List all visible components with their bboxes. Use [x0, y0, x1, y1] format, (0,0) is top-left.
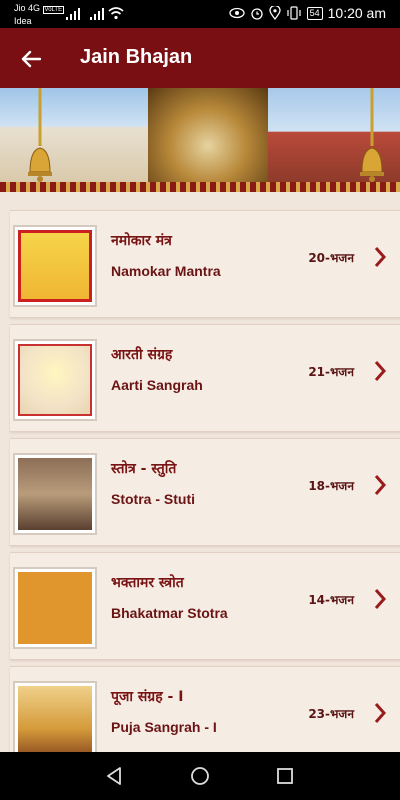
category-thumbnail [13, 567, 97, 649]
temple-photo-left [0, 88, 148, 184]
eye-icon [228, 7, 245, 19]
wifi-icon [108, 7, 124, 20]
chevron-right-icon [374, 703, 387, 723]
bhajan-category-list: नमोकार मंत्र Namokar Mantra 20-भजन आरती … [0, 192, 400, 752]
status-right: 54 10:20 am [228, 5, 386, 21]
item-title-hindi: पूजा संग्रह - I [111, 689, 184, 705]
item-title-english: Bhakatmar Stotra [111, 605, 228, 621]
category-thumbnail [13, 339, 97, 421]
item-title-hindi: आरती संग्रह [111, 347, 173, 363]
bhajan-count: 20-भजन [308, 251, 354, 265]
list-item-aarti-sangrah[interactable]: आरती संग्रह Aarti Sangrah 21-भजन [10, 324, 400, 432]
app-bar: Jain Bhajan [0, 28, 400, 88]
chevron-right-icon [374, 475, 387, 495]
clock: 10:20 am [327, 5, 386, 21]
location-icon [268, 6, 281, 20]
bhajan-count: 21-भजन [308, 365, 354, 379]
carrier-name-2: Idea [14, 16, 32, 26]
nav-home-icon[interactable] [188, 764, 212, 788]
vibrate-icon [287, 6, 301, 20]
item-title-hindi: स्तोत्र - स्तुति [111, 461, 177, 477]
item-title-english: Aarti Sangrah [111, 377, 203, 393]
tirthankara-idol-photo [148, 88, 268, 184]
status-bar: Jio 4G VoLTE Idea 54 10:20 am [0, 0, 400, 28]
list-item-puja-sangrah-1[interactable]: पूजा संग्रह - I Puja Sangrah - I 23-भजन [10, 666, 400, 752]
chevron-right-icon [374, 589, 387, 609]
chevron-right-icon [374, 361, 387, 381]
chevron-right-icon [374, 247, 387, 267]
item-title-hindi: नमोकार मंत्र [111, 233, 172, 249]
back-button[interactable] [14, 42, 48, 76]
list-item-stotra-stuti[interactable]: स्तोत्र - स्तुति Stotra - Stuti 18-भजन [10, 438, 400, 546]
arrow-left-icon [21, 50, 41, 68]
bhajan-count: 14-भजन [308, 593, 354, 607]
banner-border [0, 182, 400, 192]
category-thumbnail [13, 453, 97, 535]
category-thumbnail [13, 225, 97, 307]
bhajan-count: 18-भजन [308, 479, 354, 493]
carrier-info: Jio 4G VoLTE Idea [14, 3, 65, 27]
list-item-namokar-mantra[interactable]: नमोकार मंत्र Namokar Mantra 20-भजन [10, 210, 400, 318]
temple-banner-image [0, 88, 400, 192]
carrier-name: Jio 4G [14, 3, 41, 13]
volte-badge: VoLTE [42, 6, 65, 14]
item-title-english: Namokar Mantra [111, 263, 221, 279]
item-title-hindi: भक्तामर स्त्रोत [111, 575, 184, 591]
item-title-english: Puja Sangrah - I [111, 719, 217, 735]
page-title: Jain Bhajan [80, 46, 193, 68]
alarm-icon [250, 8, 263, 20]
bell-icon-right [360, 88, 384, 182]
signal-icon [66, 8, 80, 20]
item-title-english: Stotra - Stuti [111, 491, 195, 507]
bhajan-count: 23-भजन [308, 707, 354, 721]
nav-back-icon[interactable] [103, 764, 127, 788]
signal-icon-2 [90, 8, 104, 20]
list-item-bhakatmar-stotra[interactable]: भक्तामर स्त्रोत Bhakatmar Stotra 14-भजन [10, 552, 400, 660]
category-thumbnail [13, 681, 97, 752]
battery-indicator: 54 [306, 6, 323, 20]
bell-icon-left [28, 88, 52, 182]
nav-recents-icon[interactable] [273, 764, 297, 788]
system-navigation-bar [0, 752, 400, 800]
